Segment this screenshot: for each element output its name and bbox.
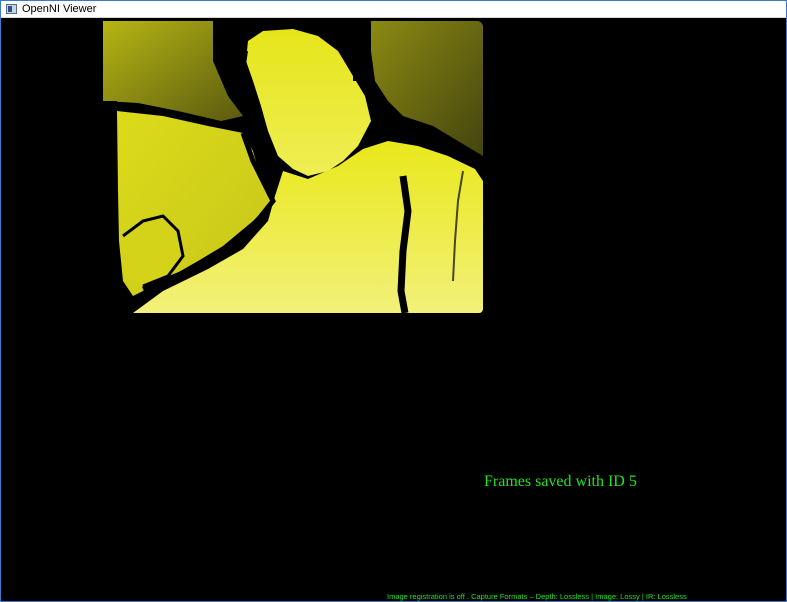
far-background-right	[371, 21, 483, 156]
frames-saved-message: Frames saved with ID 5	[484, 473, 637, 490]
window-title: OpenNI Viewer	[22, 3, 97, 15]
viewer-canvas[interactable]: Frames saved with ID 5 Image registratio…	[1, 18, 786, 601]
app-window-icon[interactable]	[6, 4, 17, 14]
top-gap	[215, 21, 245, 49]
depth-map-view[interactable]	[103, 21, 483, 313]
left-gap	[103, 101, 117, 313]
person-head	[246, 29, 371, 176]
top-gap-right	[353, 21, 371, 81]
capture-status-line: Image registration is off . Capture Form…	[387, 592, 687, 601]
title-bar[interactable]: OpenNI Viewer	[1, 1, 786, 18]
openni-viewer-window: OpenNI Viewer Frames saved with ID 5 Ima…	[0, 0, 787, 602]
